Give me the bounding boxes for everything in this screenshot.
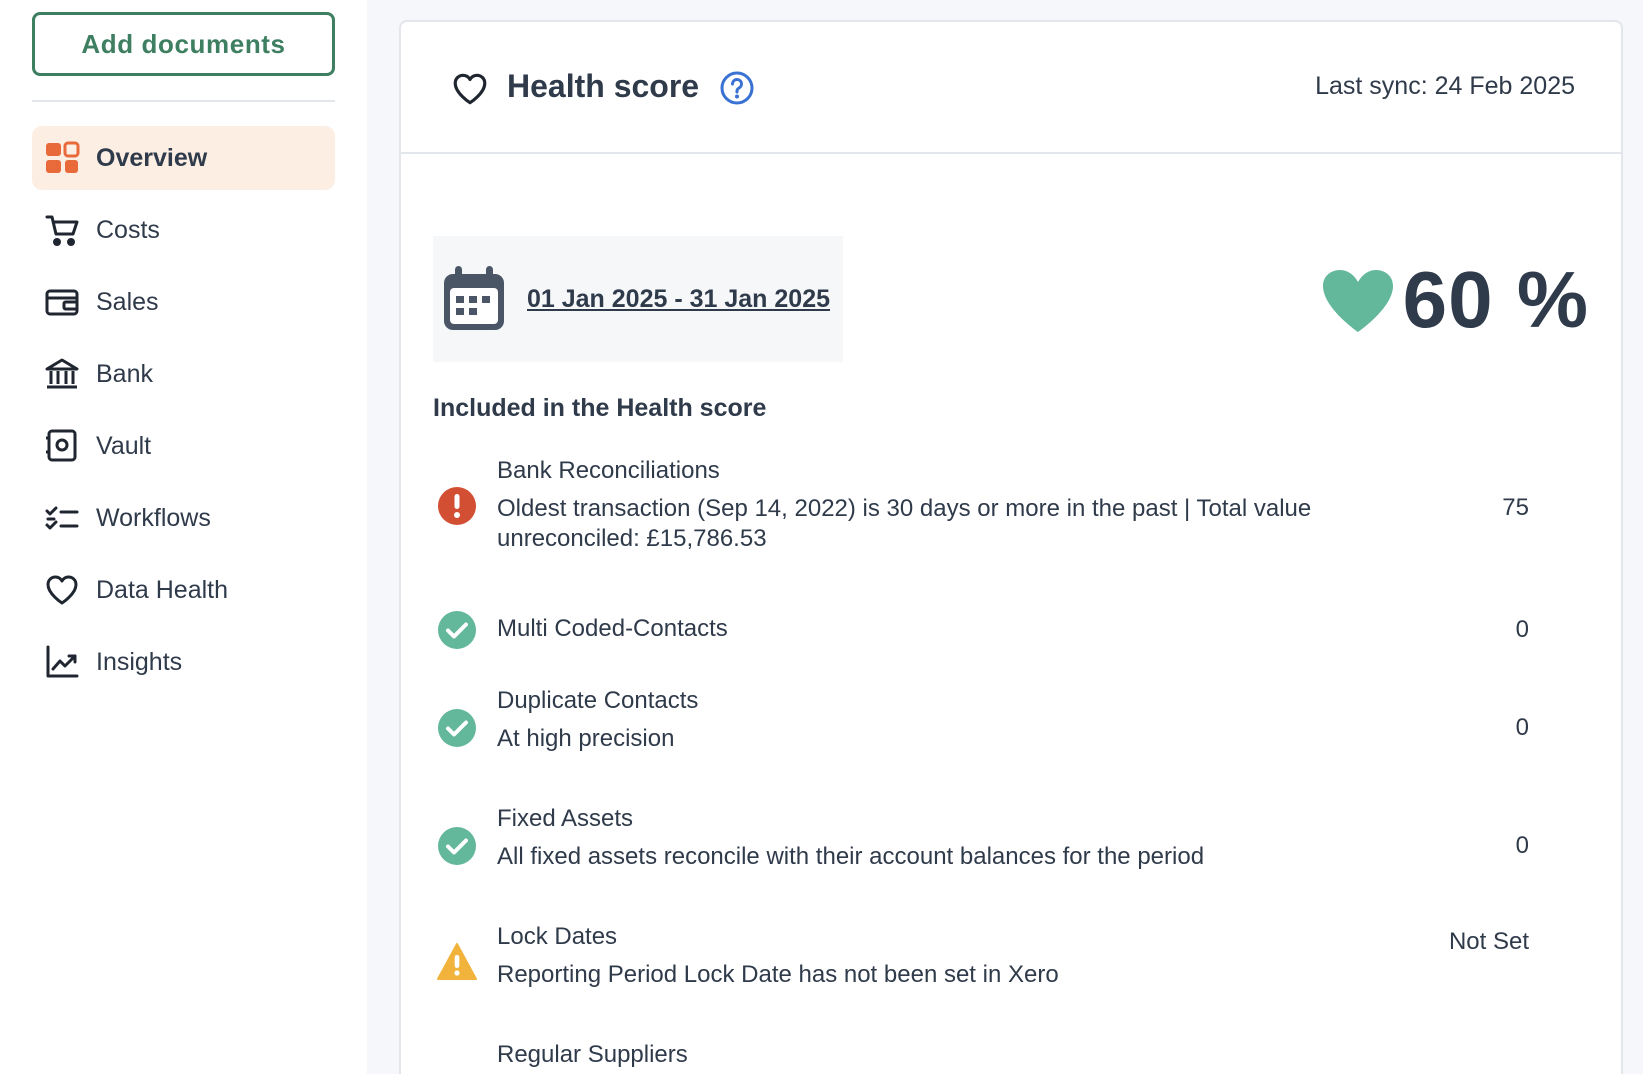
health-item-text: Bank Reconciliations Oldest transaction …: [497, 456, 1397, 554]
sidebar-item-label: Costs: [96, 215, 160, 244]
health-item-lock-dates: Lock Dates Reporting Period Lock Date ha…: [433, 922, 1593, 1002]
health-item-value: Not Set: [1448, 928, 1529, 955]
sidebar-item-data-health[interactable]: Data Health: [32, 558, 335, 622]
health-item-text: Multi Coded-Contacts: [497, 614, 1397, 644]
health-item-text: Regular Suppliers: [497, 1040, 1397, 1070]
add-documents-button[interactable]: Add documents: [32, 12, 335, 76]
wallet-icon: [44, 284, 80, 320]
health-item-title: Fixed Assets: [497, 805, 634, 832]
last-sync-text: Last sync: 24 Feb 2025: [1315, 72, 1575, 100]
sidebar-item-label: Data Health: [96, 575, 229, 604]
page-title: Health score: [507, 68, 700, 104]
sidebar-item-label: Bank: [96, 359, 153, 388]
health-score-value: 60 %: [1402, 255, 1589, 344]
health-item-title: Regular Suppliers: [497, 1041, 688, 1068]
health-item-value: 0: [1515, 832, 1529, 859]
cart-icon: [44, 212, 80, 248]
health-item-text: Fixed Assets All fixed assets reconcile …: [497, 804, 1397, 872]
date-range-picker[interactable]: 01 Jan 2025 - 31 Jan 2025: [433, 236, 843, 362]
warning-icon: [437, 943, 477, 980]
health-item-title: Bank Reconciliations: [497, 457, 720, 484]
heart-icon: [44, 572, 80, 608]
sidebar-item-workflows[interactable]: Workflows: [32, 486, 335, 550]
sidebar-item-overview[interactable]: Overview: [32, 126, 335, 190]
sidebar-nav: Overview Costs Sales Bank Vault Workflow…: [32, 126, 335, 702]
health-item-description: At high precision: [497, 725, 675, 752]
sidebar-item-bank[interactable]: Bank: [32, 342, 335, 406]
sidebar-item-label: Overview: [96, 143, 208, 172]
sidebar-item-costs[interactable]: Costs: [32, 198, 335, 262]
health-score-card: Health score Last sync: 24 Feb 2025 01 J…: [399, 20, 1623, 1074]
vault-icon: [44, 428, 80, 464]
health-item-fixed-assets: Fixed Assets All fixed assets reconcile …: [433, 804, 1593, 884]
heart-filled-icon: [1323, 270, 1393, 332]
sidebar-item-label: Sales: [96, 287, 159, 316]
check-circle-icon: [438, 611, 476, 649]
health-item-description: Oldest transaction (Sep 14, 2022) is 30 …: [497, 495, 1312, 552]
health-item-text: Lock Dates Reporting Period Lock Date ha…: [497, 922, 1397, 990]
card-header: Health score Last sync: 24 Feb 2025: [401, 22, 1621, 154]
health-item-duplicate-contacts: Duplicate Contacts At high precision 0: [433, 686, 1593, 766]
sidebar-item-label: Insights: [96, 647, 183, 676]
calendar-icon: [444, 266, 504, 330]
checklist-icon: [44, 500, 80, 536]
check-circle-icon: [438, 709, 476, 747]
health-item-title: Duplicate Contacts: [497, 687, 699, 714]
sidebar: Add documents Overview Costs Sales Bank …: [0, 0, 367, 1074]
health-item-multi-coded-contacts: Multi Coded-Contacts 0: [433, 608, 1593, 658]
health-item-description: Reporting Period Lock Date has not been …: [497, 961, 1059, 988]
health-item-text: Duplicate Contacts At high precision: [497, 686, 1397, 754]
sidebar-item-insights[interactable]: Insights: [32, 630, 335, 694]
check-circle-icon: [438, 827, 476, 865]
error-icon: [438, 487, 476, 525]
health-item-value: 0: [1515, 616, 1529, 643]
chart-trend-icon: [44, 644, 80, 680]
overview-grid-icon: [44, 140, 80, 176]
included-section-title: Included in the Health score: [433, 394, 767, 422]
sidebar-item-sales[interactable]: Sales: [32, 270, 335, 334]
sidebar-item-label: Workflows: [96, 503, 211, 532]
bank-icon: [44, 356, 80, 392]
health-item-bank-reconciliations: Bank Reconciliations Oldest transaction …: [433, 456, 1593, 566]
health-item-title: Lock Dates: [497, 923, 618, 950]
heart-outline-icon: [453, 73, 487, 105]
health-item-value: 75: [1502, 494, 1529, 521]
health-item-value: 0: [1515, 714, 1529, 741]
sidebar-item-vault[interactable]: Vault: [32, 414, 335, 478]
health-item-description: All fixed assets reconcile with their ac…: [497, 843, 1205, 870]
sidebar-item-label: Vault: [96, 431, 152, 460]
sidebar-divider: [32, 100, 335, 102]
help-icon[interactable]: [719, 70, 755, 106]
date-range-link[interactable]: 01 Jan 2025 - 31 Jan 2025: [527, 285, 830, 314]
health-item-regular-suppliers: Regular Suppliers 0: [433, 1040, 1593, 1074]
health-item-title: Multi Coded-Contacts: [497, 615, 728, 642]
